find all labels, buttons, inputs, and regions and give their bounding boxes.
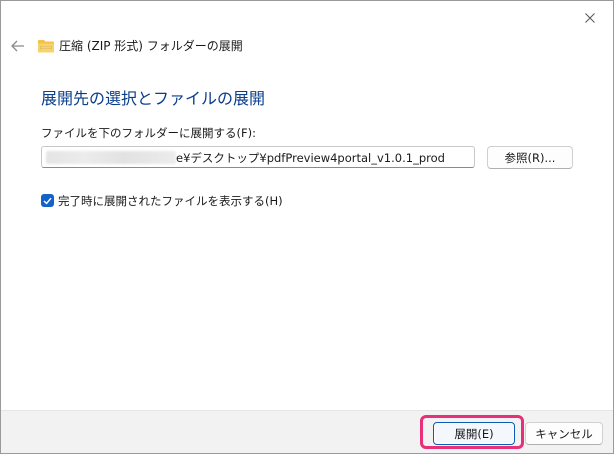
show-files-checkbox-label[interactable]: 完了時に展開されたファイルを表示する(H) bbox=[58, 193, 283, 209]
extract-dialog: 圧縮 (ZIP 形式) フォルダーの展開 展開先の選択とファイルの展開 ファイル… bbox=[0, 0, 614, 454]
redacted-path-segment bbox=[46, 151, 176, 164]
destination-path-input[interactable]: e¥デスクトップ¥pdfPreview4portal_v1.0.1_prod bbox=[41, 146, 475, 168]
window-title: 圧縮 (ZIP 形式) フォルダーの展開 bbox=[59, 39, 243, 53]
close-button[interactable] bbox=[575, 7, 605, 29]
page-heading: 展開先の選択とファイルの展開 bbox=[41, 89, 266, 108]
back-button[interactable] bbox=[7, 35, 29, 57]
cancel-button[interactable]: キャンセル bbox=[525, 422, 603, 445]
destination-label: ファイルを下のフォルダーに展開する(F): bbox=[41, 126, 256, 140]
extract-button[interactable]: 展開(E) bbox=[433, 422, 515, 445]
destination-path-text: e¥デスクトップ¥pdfPreview4portal_v1.0.1_prod bbox=[176, 151, 445, 165]
browse-button[interactable]: 参照(R)... bbox=[487, 146, 573, 169]
zip-folder-icon bbox=[37, 38, 55, 54]
close-icon bbox=[585, 13, 595, 23]
show-files-checkbox[interactable] bbox=[41, 194, 54, 207]
checkmark-icon bbox=[43, 197, 52, 205]
back-arrow-icon bbox=[11, 40, 24, 52]
